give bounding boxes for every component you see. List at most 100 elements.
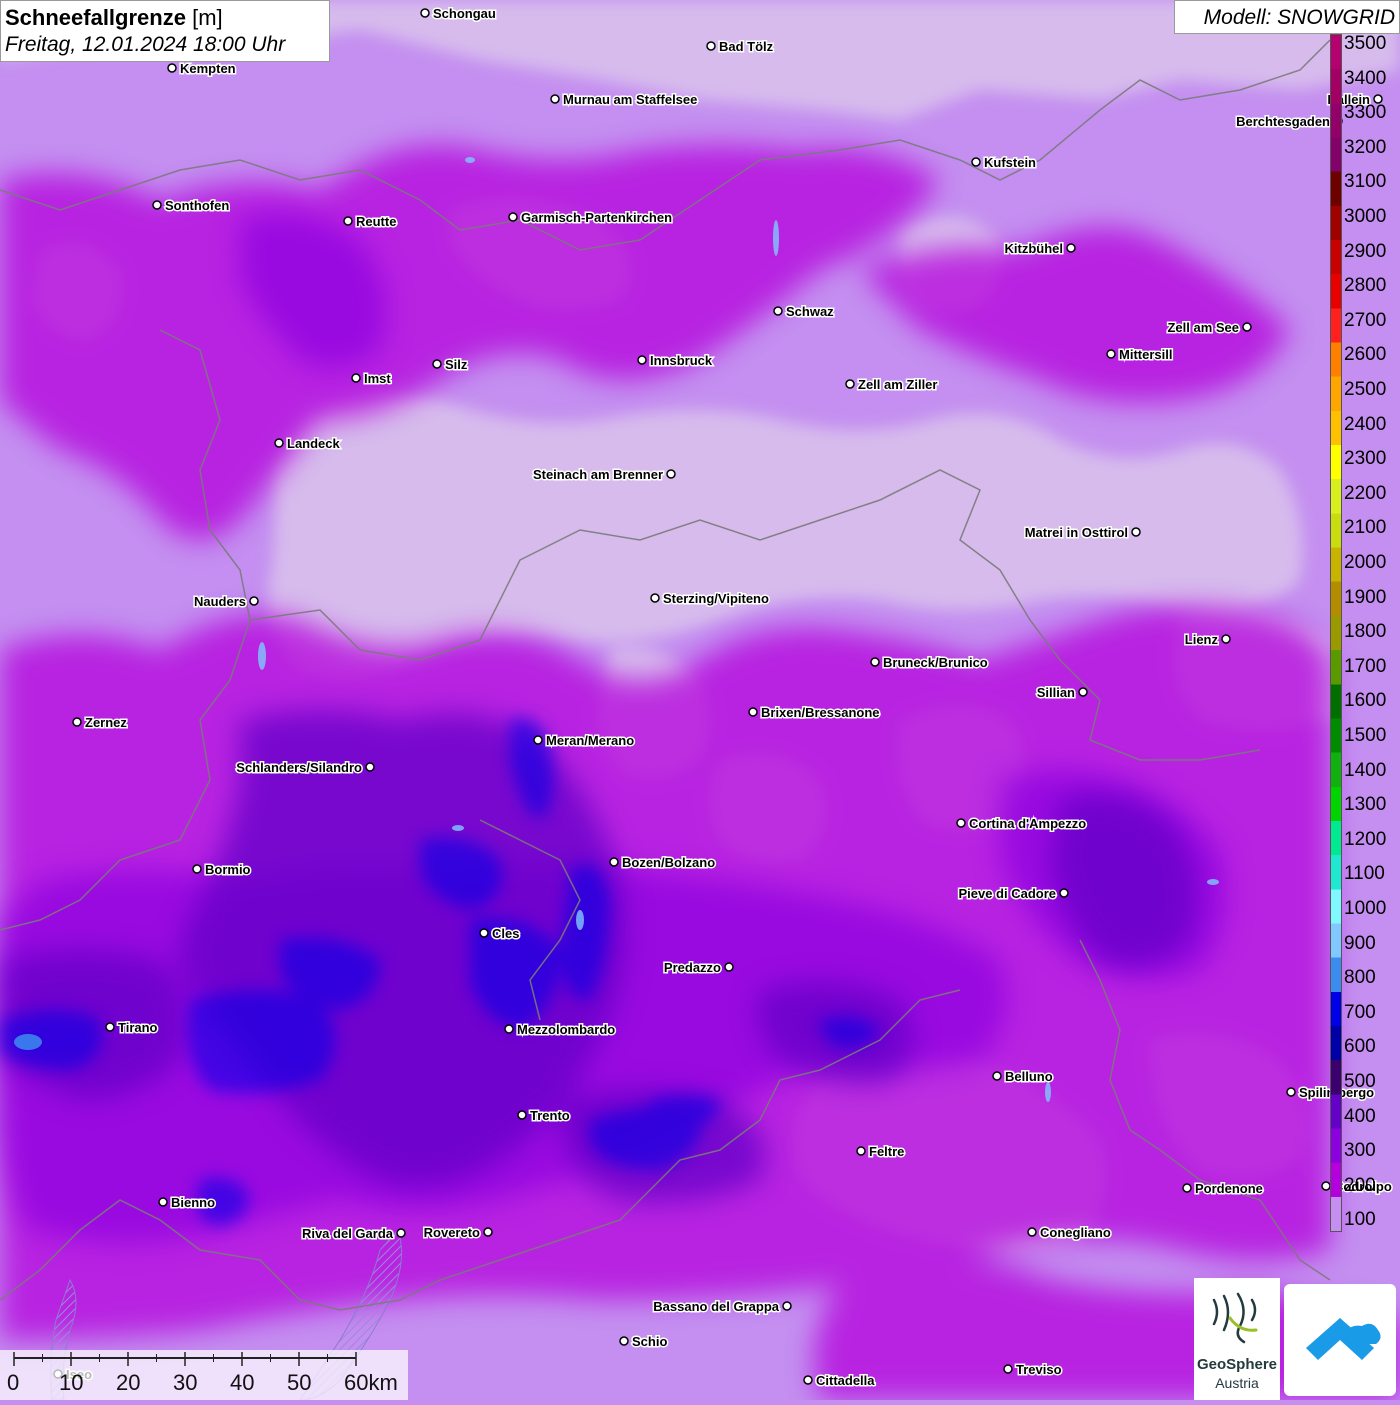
- city-label: Kempten: [180, 61, 236, 76]
- city-marker-icon: [956, 818, 966, 828]
- geosphere-logo: GeoSphere Austria: [1194, 1278, 1280, 1400]
- city-sonthofen: Sonthofen: [152, 197, 231, 215]
- city-zell-am-see: Zell am See: [1166, 319, 1252, 337]
- city-cortina-d-ampezzo: Cortina d'Ampezzo: [956, 815, 1088, 833]
- city-marker-icon: [1003, 1364, 1013, 1374]
- model-label: Modell: SNOWGRID: [1174, 0, 1400, 34]
- city-schlanders-silandro: Schlanders/Silandro: [235, 759, 375, 777]
- city-marker-icon: [249, 596, 259, 606]
- city-marker-icon: [1106, 349, 1116, 359]
- page-title: Schneefallgrenze [m]: [5, 4, 325, 32]
- city-label: Kufstein: [984, 155, 1036, 170]
- legend-label: 2600: [1344, 344, 1387, 366]
- city-marker-icon: [609, 857, 619, 867]
- city-marker-icon: [105, 1022, 115, 1032]
- city-marker-icon: [1066, 243, 1076, 253]
- city-berchtesgaden: Berchtesgaden: [1235, 113, 1343, 131]
- city-label: Bormio: [205, 862, 251, 877]
- city-label: Garmisch-Partenkirchen: [521, 210, 672, 225]
- city-label: Berchtesgaden: [1236, 114, 1330, 129]
- city-garmisch-partenkirchen: Garmisch-Partenkirchen: [508, 209, 674, 227]
- city-marker-icon: [167, 63, 177, 73]
- legend-label: 3400: [1344, 67, 1387, 89]
- cloud-arrow-icon: [1306, 1318, 1381, 1360]
- city-label: Reutte: [356, 214, 396, 229]
- legend-label: 300: [1344, 1140, 1376, 1162]
- city-label: Schlanders/Silandro: [236, 760, 362, 775]
- city-label: Bassano del Grappa: [653, 1299, 779, 1314]
- city-murnau-am-staffelsee: Murnau am Staffelsee: [550, 91, 699, 109]
- city-matrei-in-osttirol: Matrei in Osttirol: [1023, 524, 1141, 542]
- city-marker-icon: [365, 762, 375, 772]
- city-label: Matrei in Osttirol: [1025, 525, 1128, 540]
- legend-label: 3300: [1344, 102, 1387, 124]
- city-label: Innsbruck: [650, 353, 713, 368]
- legend-label: 1900: [1344, 586, 1387, 608]
- city-label: Rovereto: [424, 1225, 480, 1240]
- city-label: Mittersill: [1119, 347, 1172, 362]
- title-box: Schneefallgrenze [m] Freitag, 12.01.2024…: [0, 0, 330, 62]
- legend-label: 200: [1344, 1174, 1376, 1196]
- city-meran-merano: Meran/Merano: [533, 732, 636, 750]
- legend-label: 2500: [1344, 379, 1387, 400]
- city-label: Lienz: [1185, 632, 1219, 647]
- legend-label: 2100: [1344, 517, 1387, 539]
- city-marker-icon: [533, 735, 543, 745]
- city-marker-icon: [748, 707, 758, 717]
- city-label: Bad Tölz: [719, 39, 774, 54]
- city-pieve-di-cadore: Pieve di Cadore: [957, 885, 1069, 903]
- city-label: Feltre: [869, 1144, 904, 1159]
- city-marker-icon: [1286, 1087, 1296, 1097]
- city-bozen-bolzano: Bozen/Bolzano: [609, 854, 717, 872]
- city-label: Zernez: [85, 715, 127, 730]
- city-marker-icon: [508, 212, 518, 222]
- city-marker-icon: [1078, 687, 1088, 697]
- city-label: Schongau: [433, 6, 496, 21]
- geosphere-name: GeoSphere: [1196, 1356, 1278, 1373]
- legend-label: 400: [1344, 1105, 1376, 1127]
- city-label: Steinach am Brenner: [533, 467, 663, 482]
- legend-label: 1200: [1344, 828, 1387, 850]
- city-label: Treviso: [1016, 1362, 1062, 1377]
- city-pordenone: Pordenone: [1182, 1180, 1264, 1198]
- scale-label: 20: [116, 1370, 141, 1395]
- legend-label: 3000: [1344, 206, 1387, 227]
- city-riva-del-garda: Riva del Garda: [300, 1225, 406, 1243]
- city-innsbruck: Innsbruck: [637, 352, 714, 370]
- legend-label: 2000: [1344, 552, 1387, 573]
- city-label: Mezzolombardo: [517, 1022, 615, 1037]
- city-marker-icon: [619, 1336, 629, 1346]
- legend-label: 3100: [1344, 171, 1387, 193]
- geosphere-subtitle: Austria: [1215, 1375, 1259, 1391]
- city-marker-icon: [483, 1227, 493, 1237]
- legend-label: 2200: [1344, 482, 1387, 504]
- city-label: Conegliano: [1040, 1225, 1111, 1240]
- city-marker-icon: [1321, 1181, 1331, 1191]
- city-label: Murnau am Staffelsee: [563, 92, 697, 107]
- title-unit: [m]: [192, 5, 223, 30]
- legend-label: 1600: [1344, 690, 1387, 712]
- city-marker-icon: [274, 438, 284, 448]
- city-label: Meran/Merano: [546, 733, 634, 748]
- city-marker-icon: [773, 306, 783, 316]
- city-marker-icon: [650, 593, 660, 603]
- legend-label: 2400: [1344, 413, 1387, 435]
- legend-label: 800: [1344, 967, 1376, 989]
- city-label: Silz: [445, 357, 468, 372]
- forecast-datetime: Freitag, 12.01.2024 18:00 Uhr: [5, 33, 286, 56]
- city-label: Schwaz: [786, 304, 834, 319]
- city-bassano-del-grappa: Bassano del Grappa: [652, 1298, 792, 1316]
- city-marker-icon: [517, 1110, 527, 1120]
- city-marker-icon: [706, 41, 716, 51]
- city-label: Kitzbühel: [1005, 241, 1064, 256]
- legend-label: 100: [1344, 1209, 1376, 1231]
- city-marker-icon: [72, 717, 82, 727]
- city-label: Predazzo: [664, 960, 721, 975]
- city-marker-icon: [637, 355, 647, 365]
- city-marker-icon: [351, 373, 361, 383]
- legend-label: 1700: [1344, 655, 1387, 677]
- scale-label: 10: [59, 1370, 84, 1395]
- legend-label: 1300: [1344, 794, 1387, 816]
- legend-label: 1400: [1344, 759, 1387, 781]
- city-marker-icon: [1182, 1183, 1192, 1193]
